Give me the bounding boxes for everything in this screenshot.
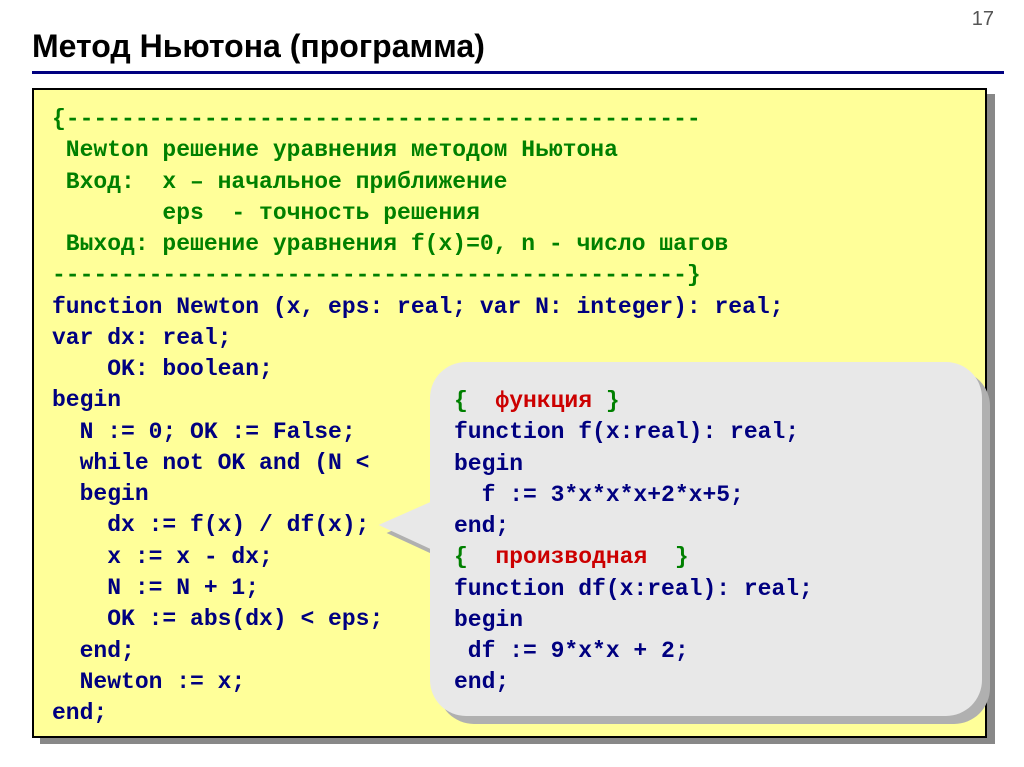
- page-title: Метод Ньютона (программа): [0, 0, 1024, 71]
- callout-code: end;: [454, 669, 509, 695]
- callout-comment-red: производная: [495, 544, 647, 570]
- code-line: begin: [52, 387, 121, 413]
- callout-comment: }: [592, 388, 620, 414]
- callout-code: df := 9*x*x + 2;: [454, 638, 689, 664]
- callout-code: f := 3*x*x*x+2*x+5;: [454, 482, 744, 508]
- code-line: OK: boolean;: [52, 356, 273, 382]
- callout-code: function f(x:real): real;: [454, 419, 799, 445]
- callout-comment: {: [454, 388, 495, 414]
- callout-box: { функция } function f(x:real): real; be…: [430, 362, 982, 716]
- comment-line: eps - точность решения: [52, 200, 480, 226]
- comment-line: Newton решение уравнения методом Ньютона: [52, 137, 618, 163]
- code-line: function Newton (x, eps: real; var N: in…: [52, 294, 784, 320]
- page-number: 17: [972, 8, 994, 31]
- comment-open: {---------------------------------------…: [52, 106, 701, 132]
- callout-code: begin: [454, 607, 523, 633]
- comment-line: Выход: решение уравнения f(x)=0, n - чис…: [52, 231, 728, 257]
- comment-line: Вход: x – начальное приближение: [52, 169, 507, 195]
- code-line: var dx: real;: [52, 325, 231, 351]
- code-line: dx := f(x) / df(x);: [52, 512, 369, 538]
- callout-code: begin: [454, 451, 523, 477]
- callout-comment: {: [454, 544, 495, 570]
- code-line: end;: [52, 700, 107, 726]
- code-line: while not OK and (N <: [52, 450, 369, 476]
- code-line: end;: [52, 638, 135, 664]
- callout-comment: }: [647, 544, 688, 570]
- code-line: N := N + 1;: [52, 575, 259, 601]
- code-line: N := 0; OK := False;: [52, 419, 356, 445]
- callout-comment-red: функция: [495, 388, 592, 414]
- comment-close: ----------------------------------------…: [52, 262, 701, 288]
- callout-code: function df(x:real): real;: [454, 576, 813, 602]
- code-line: x := x - dx;: [52, 544, 273, 570]
- title-underline: [32, 71, 1004, 74]
- code-line: OK := abs(dx) < eps;: [52, 606, 383, 632]
- code-line: Newton := x;: [52, 669, 245, 695]
- code-line: begin: [52, 481, 149, 507]
- callout-code: end;: [454, 513, 509, 539]
